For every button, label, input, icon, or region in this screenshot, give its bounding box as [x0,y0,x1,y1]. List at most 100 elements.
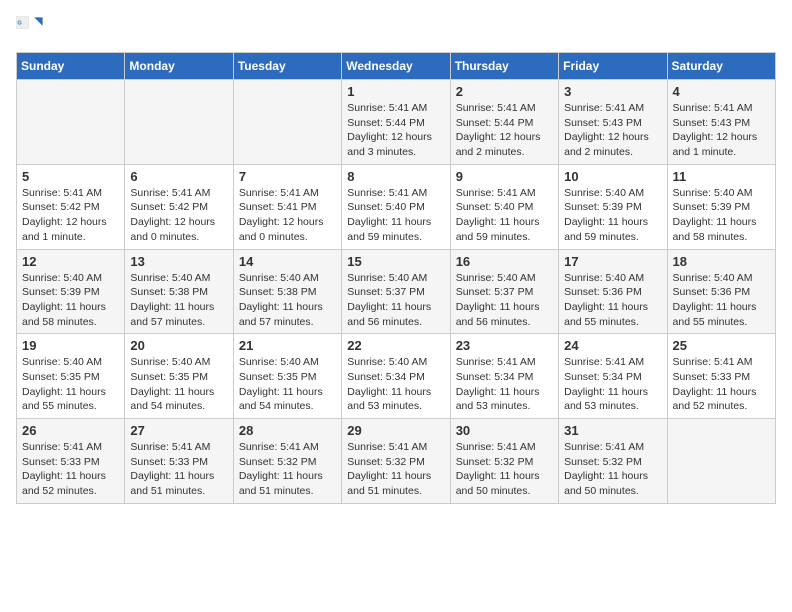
day-number: 21 [239,338,336,353]
cell-content: Sunrise: 5:41 AM Sunset: 5:41 PM Dayligh… [239,186,336,245]
cell-content: Sunrise: 5:41 AM Sunset: 5:32 PM Dayligh… [239,440,336,499]
calendar-cell: 28 Sunrise: 5:41 AM Sunset: 5:32 PM Dayli… [233,419,341,504]
day-number: 3 [564,84,661,99]
col-header-saturday: Saturday [667,53,775,80]
cell-content: Sunrise: 5:40 AM Sunset: 5:35 PM Dayligh… [239,355,336,414]
calendar-cell: 16 Sunrise: 5:40 AM Sunset: 5:37 PM Dayli… [450,249,558,334]
cell-content: Sunrise: 5:40 AM Sunset: 5:38 PM Dayligh… [130,271,227,330]
calendar-cell: 10Sunrise: 5:40 AM Sunset: 5:39 PM Dayli… [559,164,667,249]
calendar-week-2: 5 Sunrise: 5:41 AM Sunset: 5:42 PM Daylig… [17,164,776,249]
calendar-cell: 6 Sunrise: 5:41 AM Sunset: 5:42 PM Daylig… [125,164,233,249]
calendar-cell [233,80,341,165]
day-number: 8 [347,169,444,184]
page-header: G [16,16,776,44]
calendar-cell: 30 Sunrise: 5:41 AM Sunset: 5:32 PM Dayli… [450,419,558,504]
calendar-cell: 2 Sunrise: 5:41 AM Sunset: 5:44 PM Daylig… [450,80,558,165]
cell-content: Sunrise: 5:40 AM Sunset: 5:36 PM Dayligh… [564,271,661,330]
cell-content: Sunrise: 5:41 AM Sunset: 5:32 PM Dayligh… [564,440,661,499]
cell-content: Sunrise: 5:40 AM Sunset: 5:37 PM Dayligh… [456,271,553,330]
cell-content: Sunrise: 5:41 AM Sunset: 5:42 PM Dayligh… [22,186,119,245]
col-header-tuesday: Tuesday [233,53,341,80]
cell-content: Sunrise: 5:41 AM Sunset: 5:43 PM Dayligh… [564,101,661,160]
calendar-table: SundayMondayTuesdayWednesdayThursdayFrid… [16,52,776,504]
col-header-thursday: Thursday [450,53,558,80]
day-number: 26 [22,423,119,438]
cell-content: Sunrise: 5:41 AM Sunset: 5:44 PM Dayligh… [456,101,553,160]
svg-text:G: G [17,20,21,26]
calendar-cell [125,80,233,165]
day-number: 6 [130,169,227,184]
cell-content: Sunrise: 5:41 AM Sunset: 5:33 PM Dayligh… [673,355,770,414]
day-number: 31 [564,423,661,438]
calendar-cell: 19Sunrise: 5:40 AM Sunset: 5:35 PM Dayli… [17,334,125,419]
calendar-cell: 12Sunrise: 5:40 AM Sunset: 5:39 PM Dayli… [17,249,125,334]
col-header-sunday: Sunday [17,53,125,80]
cell-content: Sunrise: 5:40 AM Sunset: 5:39 PM Dayligh… [22,271,119,330]
calendar-cell: 7 Sunrise: 5:41 AM Sunset: 5:41 PM Daylig… [233,164,341,249]
col-header-monday: Monday [125,53,233,80]
calendar-cell: 26 Sunrise: 5:41 AM Sunset: 5:33 PM Dayli… [17,419,125,504]
cell-content: Sunrise: 5:41 AM Sunset: 5:32 PM Dayligh… [456,440,553,499]
col-header-wednesday: Wednesday [342,53,450,80]
calendar-cell: 18Sunrise: 5:40 AM Sunset: 5:36 PM Dayli… [667,249,775,334]
day-number: 14 [239,254,336,269]
day-number: 27 [130,423,227,438]
calendar-cell: 13 Sunrise: 5:40 AM Sunset: 5:38 PM Dayli… [125,249,233,334]
cell-content: Sunrise: 5:40 AM Sunset: 5:37 PM Dayligh… [347,271,444,330]
calendar-cell: 21 Sunrise: 5:40 AM Sunset: 5:35 PM Dayli… [233,334,341,419]
calendar-header-row: SundayMondayTuesdayWednesdayThursdayFrid… [17,53,776,80]
cell-content: Sunrise: 5:41 AM Sunset: 5:33 PM Dayligh… [22,440,119,499]
day-number: 20 [130,338,227,353]
cell-content: Sunrise: 5:41 AM Sunset: 5:34 PM Dayligh… [564,355,661,414]
day-number: 23 [456,338,553,353]
day-number: 1 [347,84,444,99]
calendar-cell: 4Sunrise: 5:41 AM Sunset: 5:43 PM Daylig… [667,80,775,165]
cell-content: Sunrise: 5:40 AM Sunset: 5:38 PM Dayligh… [239,271,336,330]
day-number: 4 [673,84,770,99]
calendar-cell: 9 Sunrise: 5:41 AM Sunset: 5:40 PM Daylig… [450,164,558,249]
day-number: 10 [564,169,661,184]
cell-content: Sunrise: 5:41 AM Sunset: 5:33 PM Dayligh… [130,440,227,499]
day-number: 17 [564,254,661,269]
calendar-week-5: 26 Sunrise: 5:41 AM Sunset: 5:33 PM Dayli… [17,419,776,504]
day-number: 28 [239,423,336,438]
calendar-cell: 5 Sunrise: 5:41 AM Sunset: 5:42 PM Daylig… [17,164,125,249]
calendar-cell [17,80,125,165]
calendar-cell: 8 Sunrise: 5:41 AM Sunset: 5:40 PM Daylig… [342,164,450,249]
cell-content: Sunrise: 5:41 AM Sunset: 5:44 PM Dayligh… [347,101,444,160]
cell-content: Sunrise: 5:41 AM Sunset: 5:40 PM Dayligh… [456,186,553,245]
calendar-cell: 14 Sunrise: 5:40 AM Sunset: 5:38 PM Dayli… [233,249,341,334]
day-number: 29 [347,423,444,438]
cell-content: Sunrise: 5:40 AM Sunset: 5:35 PM Dayligh… [130,355,227,414]
day-number: 18 [673,254,770,269]
day-number: 22 [347,338,444,353]
day-number: 11 [673,169,770,184]
col-header-friday: Friday [559,53,667,80]
day-number: 5 [22,169,119,184]
calendar-week-3: 12Sunrise: 5:40 AM Sunset: 5:39 PM Dayli… [17,249,776,334]
day-number: 9 [456,169,553,184]
day-number: 16 [456,254,553,269]
day-number: 2 [456,84,553,99]
calendar-week-1: 1 Sunrise: 5:41 AM Sunset: 5:44 PM Daylig… [17,80,776,165]
calendar-cell: 24 Sunrise: 5:41 AM Sunset: 5:34 PM Dayli… [559,334,667,419]
calendar-cell: 31 Sunrise: 5:41 AM Sunset: 5:32 PM Dayli… [559,419,667,504]
day-number: 15 [347,254,444,269]
cell-content: Sunrise: 5:41 AM Sunset: 5:40 PM Dayligh… [347,186,444,245]
cell-content: Sunrise: 5:40 AM Sunset: 5:35 PM Dayligh… [22,355,119,414]
day-number: 13 [130,254,227,269]
cell-content: Sunrise: 5:40 AM Sunset: 5:34 PM Dayligh… [347,355,444,414]
calendar-cell: 23Sunrise: 5:41 AM Sunset: 5:34 PM Dayli… [450,334,558,419]
cell-content: Sunrise: 5:41 AM Sunset: 5:42 PM Dayligh… [130,186,227,245]
calendar-cell: 3 Sunrise: 5:41 AM Sunset: 5:43 PM Daylig… [559,80,667,165]
calendar-cell: 11 Sunrise: 5:40 AM Sunset: 5:39 PM Dayli… [667,164,775,249]
calendar-cell: 1 Sunrise: 5:41 AM Sunset: 5:44 PM Daylig… [342,80,450,165]
day-number: 24 [564,338,661,353]
cell-content: Sunrise: 5:40 AM Sunset: 5:39 PM Dayligh… [673,186,770,245]
calendar-cell: 25Sunrise: 5:41 AM Sunset: 5:33 PM Dayli… [667,334,775,419]
logo-icon: G [16,16,44,44]
calendar-cell: 27 Sunrise: 5:41 AM Sunset: 5:33 PM Dayli… [125,419,233,504]
calendar-cell: 15 Sunrise: 5:40 AM Sunset: 5:37 PM Dayli… [342,249,450,334]
day-number: 7 [239,169,336,184]
day-number: 30 [456,423,553,438]
